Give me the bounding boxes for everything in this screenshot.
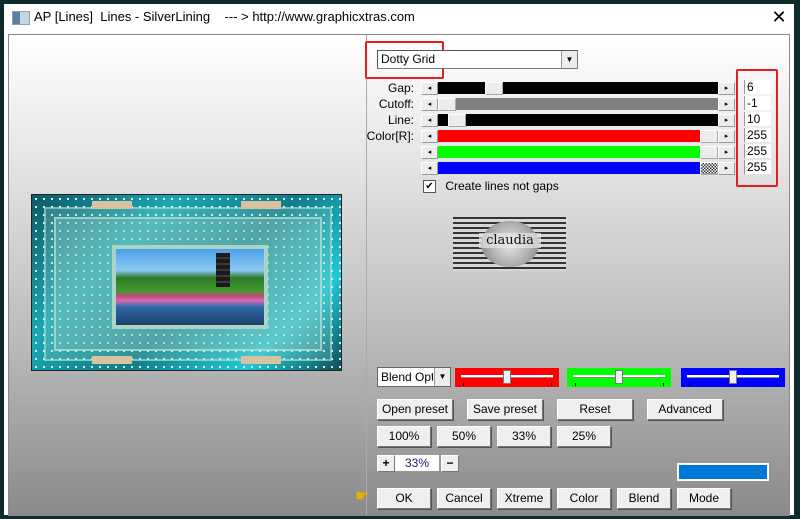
slider-track[interactable] bbox=[438, 130, 718, 143]
arrow-left-icon[interactable]: ◂ bbox=[421, 114, 438, 127]
param-slider[interactable]: ◂ ▸ bbox=[421, 98, 735, 111]
preview-area bbox=[9, 35, 367, 515]
slider-thumb[interactable] bbox=[438, 98, 456, 111]
slider-knob[interactable] bbox=[615, 370, 623, 384]
slider-tick bbox=[777, 383, 778, 386]
slider-thumb[interactable] bbox=[700, 162, 718, 175]
slider-track[interactable] bbox=[438, 98, 718, 111]
zoom-level-field[interactable]: 33% bbox=[395, 455, 439, 471]
preview-decor bbox=[92, 201, 132, 209]
arrow-right-icon[interactable]: ▸ bbox=[718, 98, 735, 111]
blend-blue-slider[interactable] bbox=[681, 368, 785, 387]
slider-thumb[interactable] bbox=[448, 114, 467, 127]
highlight-values bbox=[736, 69, 778, 187]
author-logo: claudia bbox=[453, 217, 566, 271]
arrow-left-icon[interactable]: ◂ bbox=[421, 130, 438, 143]
blend-options-select[interactable]: Blend Options ▼ bbox=[377, 367, 451, 387]
window-title: AP [Lines] Lines - SilverLining --- > ht… bbox=[34, 9, 415, 24]
chevron-down-icon[interactable]: ▼ bbox=[434, 368, 450, 386]
zoom-in-button[interactable]: + bbox=[377, 455, 395, 472]
preview-decor bbox=[241, 356, 281, 364]
slider-track[interactable] bbox=[438, 82, 718, 95]
arrow-right-icon[interactable]: ▸ bbox=[718, 162, 735, 175]
pagoda-shape bbox=[216, 253, 230, 287]
slider-tick bbox=[663, 383, 664, 386]
param-slider[interactable]: ◂ ▸ bbox=[421, 114, 735, 127]
zoom-25-button[interactable]: 25% bbox=[557, 426, 611, 447]
arrow-left-icon[interactable]: ◂ bbox=[421, 146, 438, 159]
arrow-right-icon[interactable]: ▸ bbox=[718, 114, 735, 127]
xtreme-button[interactable]: Xtreme bbox=[497, 488, 551, 509]
param-label: Color[R]: bbox=[366, 129, 414, 143]
blend-red-slider[interactable] bbox=[455, 368, 559, 387]
slider-tick bbox=[689, 383, 690, 386]
create-lines-label: Create lines not gaps bbox=[445, 179, 559, 193]
preview-photo bbox=[112, 245, 268, 329]
blend-button[interactable]: Blend bbox=[617, 488, 671, 509]
mode-button[interactable]: Mode bbox=[677, 488, 731, 509]
preset-dropdown[interactable]: Dotty Grid ▼ bbox=[377, 50, 578, 69]
slider-tick bbox=[463, 383, 464, 386]
close-button[interactable]: ✕ bbox=[770, 8, 788, 26]
zoom-50-button[interactable]: 50% bbox=[437, 426, 491, 447]
reset-button[interactable]: Reset bbox=[557, 399, 633, 420]
blend-green-slider[interactable] bbox=[567, 368, 671, 387]
cancel-button[interactable]: Cancel bbox=[437, 488, 491, 509]
slider-thumb[interactable] bbox=[700, 130, 718, 143]
param-label: Line: bbox=[387, 113, 414, 127]
open-preset-button[interactable]: Open preset bbox=[377, 399, 453, 420]
preview-decor bbox=[241, 201, 281, 209]
create-lines-option[interactable]: ✔ Create lines not gaps bbox=[423, 179, 559, 194]
slider-thumb[interactable] bbox=[485, 82, 504, 95]
param-slider[interactable]: ◂ ▸ bbox=[421, 162, 735, 175]
slider-thumb[interactable] bbox=[700, 146, 718, 159]
slider-knob[interactable] bbox=[729, 370, 737, 384]
slider-track[interactable] bbox=[438, 146, 718, 159]
app-icon bbox=[12, 11, 30, 25]
arrow-left-icon[interactable]: ◂ bbox=[421, 82, 438, 95]
zoom-33-button[interactable]: 33% bbox=[497, 426, 551, 447]
param-slider[interactable]: ◂ ▸ bbox=[421, 130, 735, 143]
param-slider[interactable]: ◂ ▸ bbox=[421, 82, 735, 95]
color-swatch[interactable] bbox=[677, 463, 769, 481]
logo-text: claudia bbox=[479, 233, 541, 248]
color-button[interactable]: Color bbox=[557, 488, 611, 509]
chevron-down-icon[interactable]: ▼ bbox=[561, 51, 577, 68]
arrow-right-icon[interactable]: ▸ bbox=[718, 82, 735, 95]
save-preset-button[interactable]: Save preset bbox=[467, 399, 543, 420]
slider-knob[interactable] bbox=[503, 370, 511, 384]
slider-track[interactable] bbox=[438, 114, 718, 127]
preset-value: Dotty Grid bbox=[381, 52, 436, 66]
slider-tick bbox=[575, 383, 576, 386]
preview-decor bbox=[92, 356, 132, 364]
title-bar: AP [Lines] Lines - SilverLining --- > ht… bbox=[4, 4, 794, 30]
zoom-100-button[interactable]: 100% bbox=[377, 426, 431, 447]
arrow-right-icon[interactable]: ▸ bbox=[718, 146, 735, 159]
param-label: Cutoff: bbox=[378, 97, 414, 111]
arrow-right-icon[interactable]: ▸ bbox=[718, 130, 735, 143]
slider-track[interactable] bbox=[438, 162, 718, 175]
preview-image[interactable] bbox=[31, 194, 342, 371]
advanced-button[interactable]: Advanced bbox=[647, 399, 723, 420]
slider-tick bbox=[551, 383, 552, 386]
arrow-left-icon[interactable]: ◂ bbox=[421, 162, 438, 175]
blend-select-value: Blend Options bbox=[381, 370, 433, 384]
param-label: Gap: bbox=[387, 81, 414, 95]
arrow-left-icon[interactable]: ◂ bbox=[421, 98, 438, 111]
ok-button[interactable]: OK bbox=[377, 488, 431, 509]
create-lines-checkbox[interactable]: ✔ bbox=[423, 180, 436, 194]
zoom-out-button[interactable]: − bbox=[441, 455, 459, 472]
param-slider[interactable]: ◂ ▸ bbox=[421, 146, 735, 159]
